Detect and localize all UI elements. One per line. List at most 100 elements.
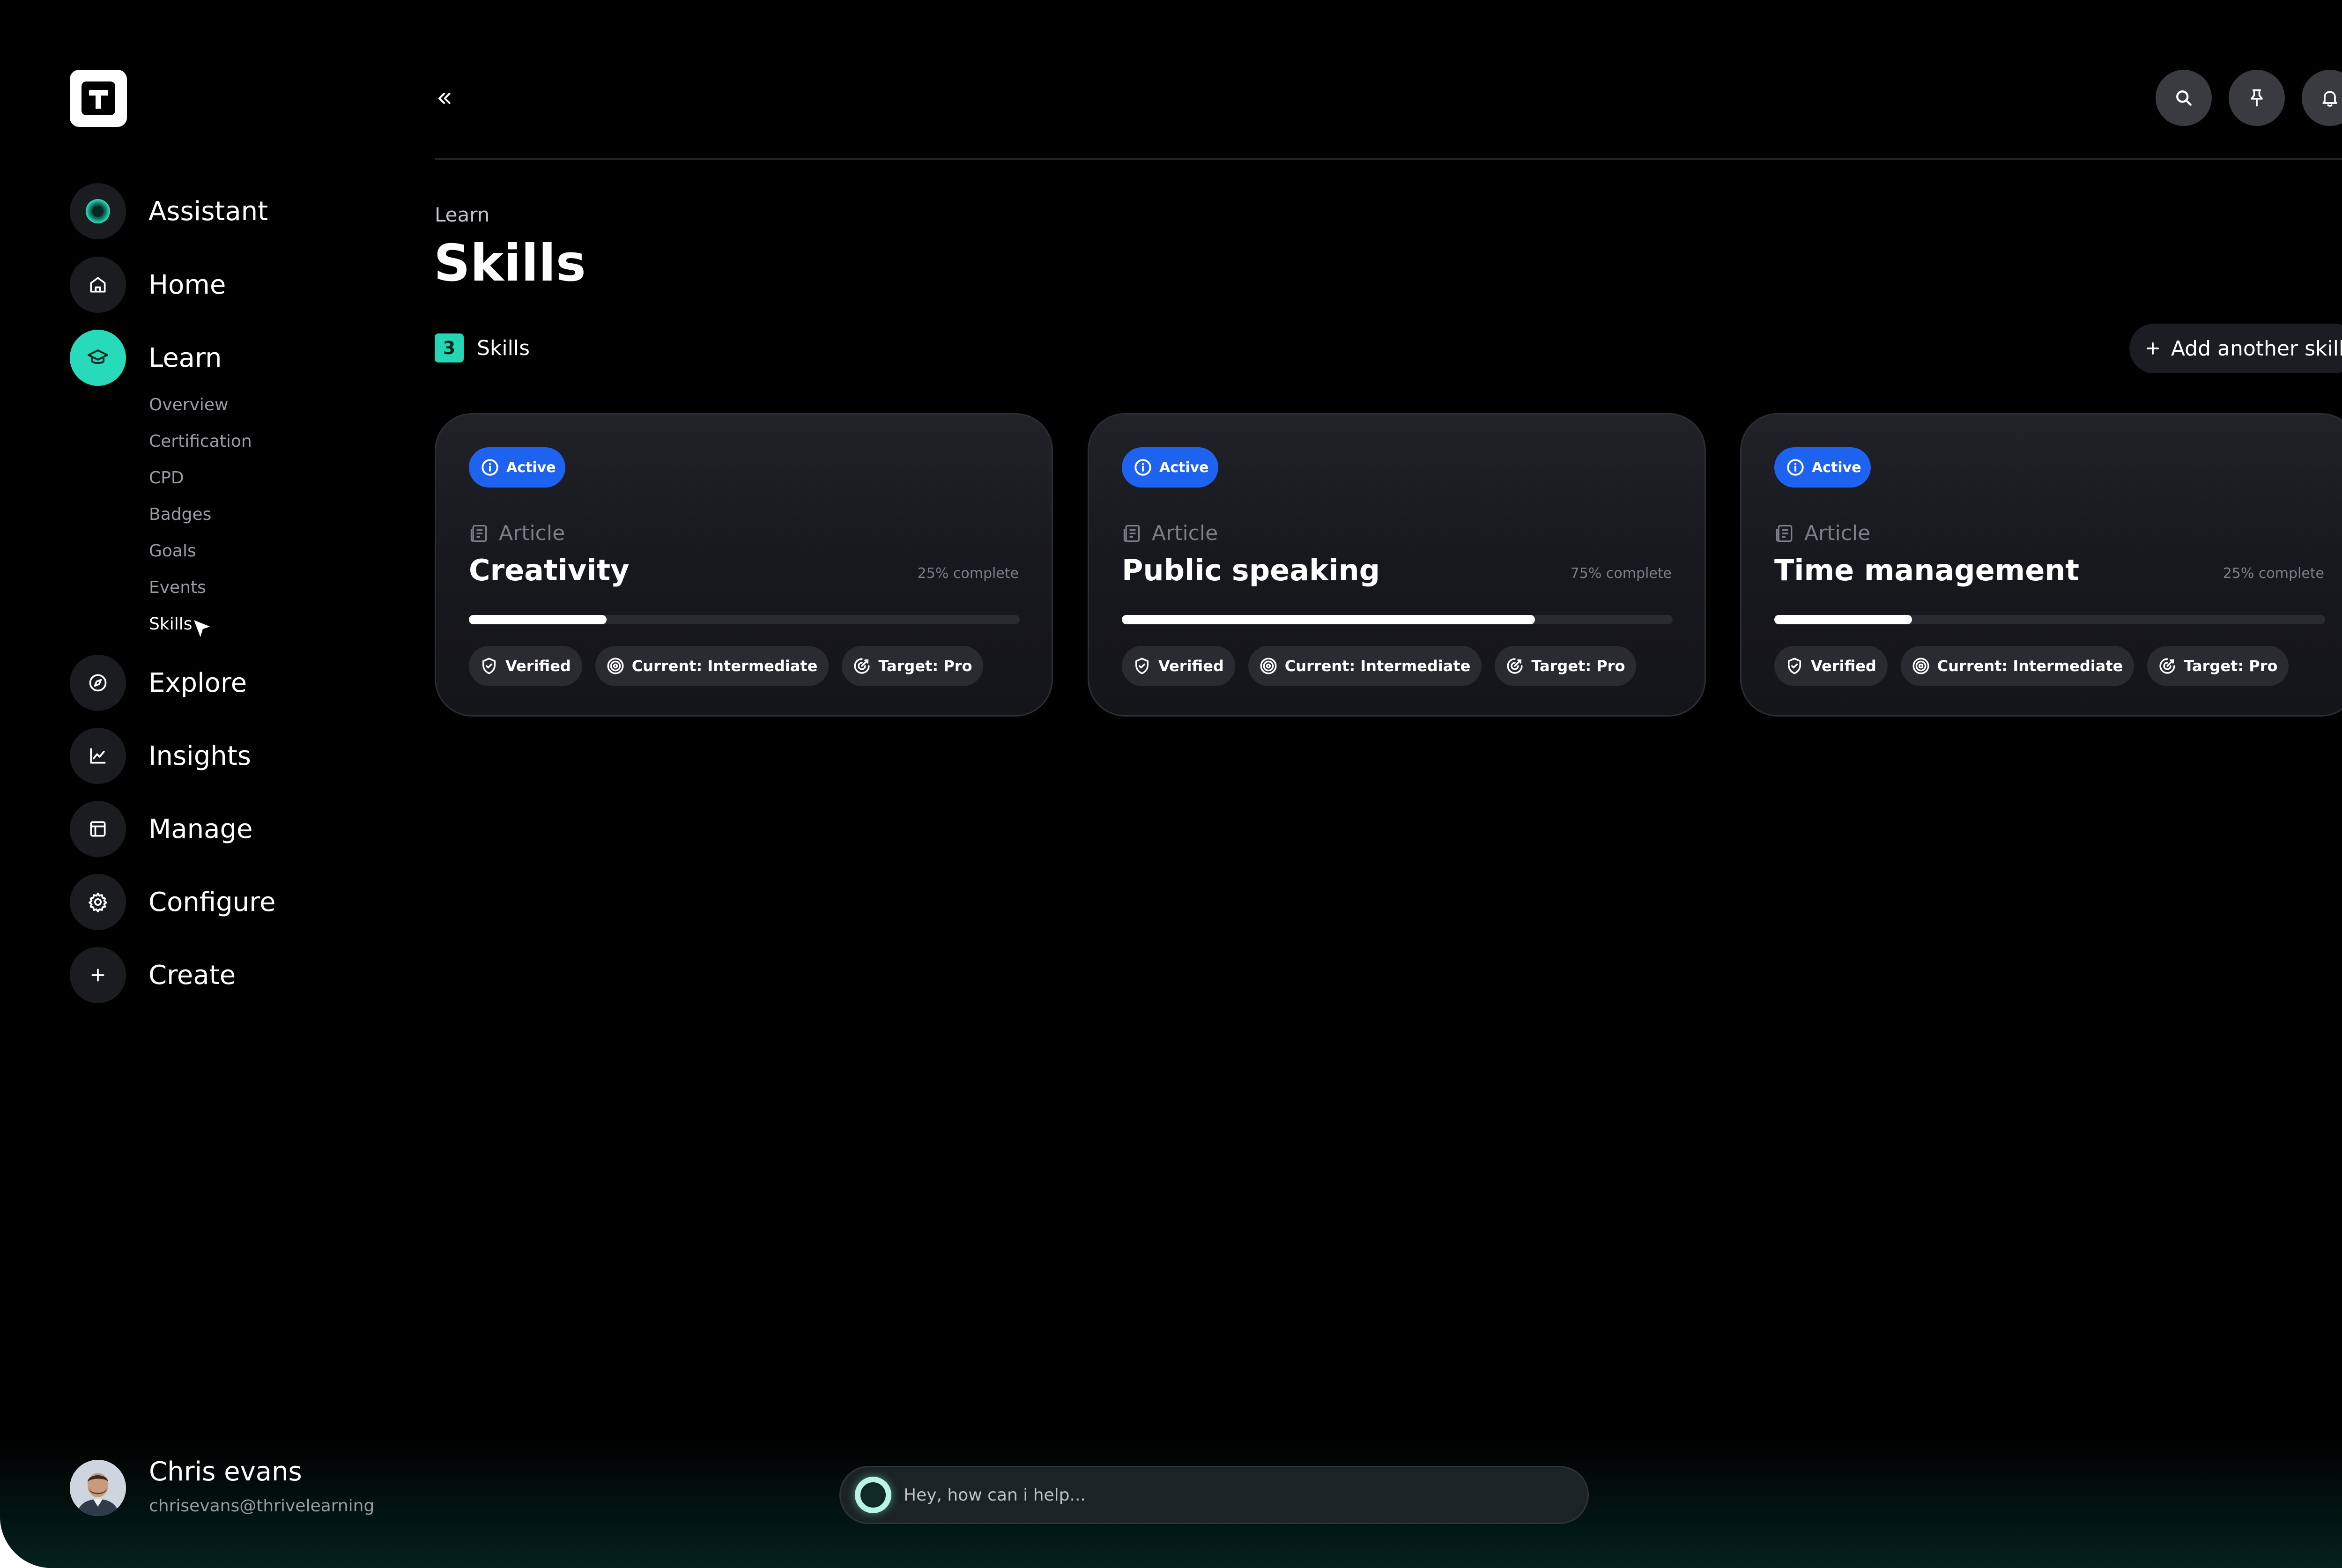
tag-verified: Verified: [1774, 646, 1888, 686]
nav-item-explore[interactable]: Explore: [70, 655, 247, 711]
tag-label: Verified: [1158, 657, 1224, 675]
logo-t-icon: [82, 81, 115, 115]
progress-fill: [1122, 615, 1535, 624]
completion-text: 25% complete: [2223, 565, 2324, 582]
shield-check-icon: [1135, 658, 1149, 674]
article-icon: [470, 525, 487, 542]
nav-label-assistant: Assistant: [148, 196, 268, 227]
progress-bar: [1122, 615, 1673, 624]
progress-fill: [1774, 615, 1912, 624]
content-type-label: Article: [1804, 521, 1871, 545]
home-icon: [70, 257, 126, 313]
nav-item-configure[interactable]: Configure: [70, 874, 275, 930]
skill-card-public-speaking[interactable]: Active Article Public speaking 75% compl…: [1088, 413, 1706, 717]
nav-item-insights[interactable]: Insights: [70, 728, 251, 784]
assistant-orb-icon: [855, 1477, 891, 1513]
subnav-overview[interactable]: Overview: [149, 391, 229, 419]
skill-card-time-management[interactable]: Active Article Time management 25% compl…: [1740, 413, 2342, 717]
mouse-cursor-icon: [192, 618, 213, 640]
search-button[interactable]: [2156, 70, 2212, 126]
add-skill-button[interactable]: Add another skill: [2129, 324, 2342, 373]
nav-item-learn[interactable]: Learn: [70, 330, 222, 386]
tag-row: Verified Current: Intermediate Target: P…: [469, 646, 996, 686]
graduation-cap-icon: [70, 330, 126, 386]
app-logo[interactable]: [70, 70, 127, 127]
chart-line-icon: [70, 728, 126, 784]
nav-item-manage[interactable]: Manage: [70, 801, 252, 857]
app-window: Assistant Home Learn Overview Certificat…: [0, 0, 2342, 1568]
content-type-label: Article: [499, 521, 565, 545]
nav-label-home: Home: [148, 269, 226, 300]
pin-button[interactable]: [2229, 70, 2285, 126]
nav-label-manage: Manage: [148, 814, 253, 844]
content-type: Article: [1774, 521, 1870, 545]
add-skill-label: Add another skill: [2171, 336, 2342, 361]
info-icon: [482, 459, 498, 476]
subnav-cpd[interactable]: CPD: [149, 464, 184, 492]
layout-icon: [70, 801, 126, 857]
shield-check-icon: [1788, 658, 1801, 674]
count-badge: 3: [435, 333, 464, 362]
double-chevron-left-icon: [438, 93, 451, 104]
progress-bar: [469, 615, 1020, 624]
completion-text: 75% complete: [1570, 565, 1672, 582]
info-icon: [1787, 459, 1804, 476]
nav-label-explore: Explore: [148, 667, 247, 698]
target-icon: [607, 658, 624, 674]
breadcrumb[interactable]: Learn: [435, 203, 489, 226]
shield-check-icon: [482, 658, 496, 674]
tag-label: Target: Pro: [878, 657, 972, 675]
nav-label-configure: Configure: [148, 887, 276, 917]
avatar[interactable]: [70, 1460, 126, 1516]
tag-current-level: Current: Intermediate: [595, 646, 829, 686]
subnav-skills[interactable]: Skills: [149, 610, 192, 638]
tag-label: Current: Intermediate: [1937, 657, 2123, 675]
nav-item-assistant[interactable]: Assistant: [70, 183, 268, 239]
plus-icon: [70, 947, 126, 1003]
info-icon: [1134, 459, 1151, 476]
skill-title: Creativity: [469, 553, 630, 587]
status-badge: Active: [1774, 447, 1871, 488]
tag-row: Verified Current: Intermediate Target: P…: [1122, 646, 1649, 686]
subnav-badges[interactable]: Badges: [149, 500, 211, 528]
status-label: Active: [1812, 459, 1861, 476]
tag-current-level: Current: Intermediate: [1248, 646, 1482, 686]
nav-item-create[interactable]: Create: [70, 947, 236, 1003]
tag-label: Target: Pro: [1531, 657, 1625, 675]
target-arrow-icon: [2159, 658, 2175, 674]
nav-item-home[interactable]: Home: [70, 257, 226, 313]
tag-label: Verified: [1811, 657, 1876, 675]
progress-bar: [1774, 615, 2325, 624]
target-icon: [1912, 658, 1929, 674]
skill-title: Public speaking: [1122, 553, 1380, 587]
skill-title: Time management: [1774, 553, 2080, 587]
notifications-button[interactable]: [2302, 70, 2342, 126]
subnav-certification[interactable]: Certification: [149, 427, 252, 455]
completion-text: 25% complete: [917, 565, 1019, 582]
compass-icon: [70, 655, 126, 711]
assistant-placeholder: Hey, how can i help...: [904, 1485, 1086, 1505]
user-email: chrisevans@thrivelearning: [149, 1496, 375, 1516]
skill-card-creativity[interactable]: Active Article Creativity 25% complete V…: [435, 413, 1053, 717]
plus-icon: [2146, 342, 2159, 355]
status-label: Active: [506, 459, 556, 476]
subnav-goals[interactable]: Goals: [149, 537, 196, 565]
bell-icon: [2322, 91, 2337, 107]
content-type-label: Article: [1152, 521, 1218, 545]
collapse-sidebar-button[interactable]: [435, 84, 455, 112]
target-icon: [1260, 658, 1277, 674]
tag-label: Current: Intermediate: [631, 657, 818, 675]
assistant-chat-input[interactable]: Hey, how can i help...: [839, 1466, 1589, 1524]
nav-label-create: Create: [148, 960, 236, 991]
article-icon: [1123, 525, 1140, 542]
subnav-events[interactable]: Events: [149, 573, 206, 601]
article-icon: [1776, 525, 1793, 542]
tag-label: Target: Pro: [2184, 657, 2278, 675]
target-arrow-icon: [1507, 658, 1523, 674]
tag-target-level: Target: Pro: [842, 646, 984, 686]
pin-icon: [2251, 89, 2263, 107]
tag-target-level: Target: Pro: [2147, 646, 2289, 686]
search-icon: [2176, 90, 2192, 106]
user-name: Chris evans: [149, 1457, 302, 1487]
tag-current-level: Current: Intermediate: [1900, 646, 2134, 686]
